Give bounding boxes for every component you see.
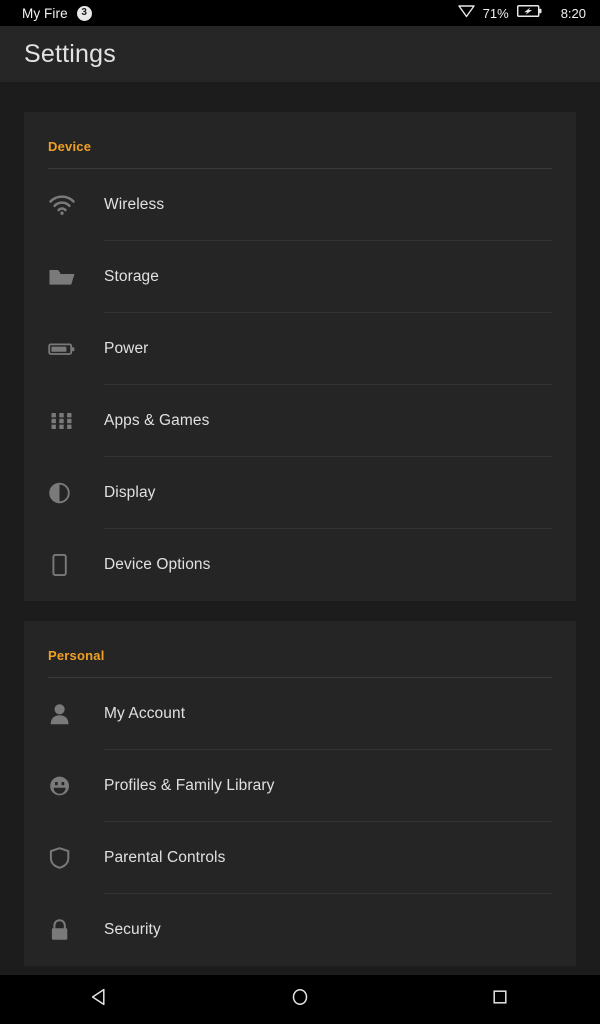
settings-row-parental-controls[interactable]: Parental Controls [24, 822, 576, 894]
section-title: Personal [48, 648, 105, 663]
settings-row-display[interactable]: Display [24, 457, 576, 529]
wifi-triangle-icon [457, 4, 475, 23]
notification-count-badge: 3 [76, 5, 92, 21]
smiley-face-icon [48, 775, 104, 797]
settings-row-label: Power [104, 340, 149, 357]
status-bar-app-label: My Fire [22, 5, 68, 21]
settings-row-label: My Account [104, 705, 186, 722]
back-triangle-icon [89, 986, 111, 1013]
battery-icon [48, 338, 104, 360]
status-bar: My Fire 3 71% 8:20 [0, 0, 600, 26]
settings-row-label: Apps & Games [104, 412, 210, 429]
battery-charging-icon [516, 4, 542, 23]
person-icon [48, 703, 104, 725]
page-title: Settings [24, 39, 116, 68]
settings-row-label: Display [104, 484, 156, 501]
brightness-contrast-icon [48, 482, 104, 504]
section-card-personal: Personal My Account Profiles & Family Li… [24, 621, 576, 966]
app-header: Settings [0, 26, 600, 82]
section-title: Device [48, 139, 92, 154]
section-card-device: Device Wireless Storage Power Apps & Gam… [24, 112, 576, 601]
nav-recents-button[interactable] [400, 986, 600, 1013]
lock-icon [48, 919, 104, 941]
device-screen: My Fire 3 71% 8:20 Settings Device Wirel… [0, 0, 600, 1024]
wifi-icon [48, 194, 104, 216]
settings-row-label: Wireless [104, 196, 165, 213]
shield-icon [48, 847, 104, 869]
folder-icon [48, 266, 104, 288]
recents-square-icon [489, 986, 511, 1013]
section-header-personal: Personal [24, 621, 576, 677]
tablet-icon [48, 554, 104, 576]
settings-row-device-options[interactable]: Device Options [24, 529, 576, 601]
settings-row-wireless[interactable]: Wireless [24, 169, 576, 241]
settings-row-my-account[interactable]: My Account [24, 678, 576, 750]
status-bar-right: 71% 8:20 [457, 4, 586, 23]
section-header-device: Device [24, 112, 576, 168]
nav-home-button[interactable] [200, 986, 400, 1013]
settings-scroll-area[interactable]: Device Wireless Storage Power Apps & Gam… [0, 82, 600, 975]
settings-row-label: Storage [104, 268, 159, 285]
app-grid-icon [48, 410, 104, 432]
home-circle-icon [289, 986, 311, 1013]
settings-row-profiles-and-family-library[interactable]: Profiles & Family Library [24, 750, 576, 822]
settings-row-label: Security [104, 921, 161, 938]
settings-row-apps-and-games[interactable]: Apps & Games [24, 385, 576, 457]
settings-row-label: Parental Controls [104, 849, 226, 866]
status-bar-clock: 8:20 [560, 5, 586, 21]
android-navigation-bar [0, 975, 600, 1024]
settings-row-label: Profiles & Family Library [104, 777, 275, 794]
settings-row-security[interactable]: Security [24, 894, 576, 966]
battery-percent-label: 71% [482, 5, 509, 21]
settings-row-power[interactable]: Power [24, 313, 576, 385]
settings-row-storage[interactable]: Storage [24, 241, 576, 313]
status-bar-left: My Fire 3 [22, 5, 92, 21]
settings-row-label: Device Options [104, 556, 211, 573]
nav-back-button[interactable] [0, 986, 200, 1013]
